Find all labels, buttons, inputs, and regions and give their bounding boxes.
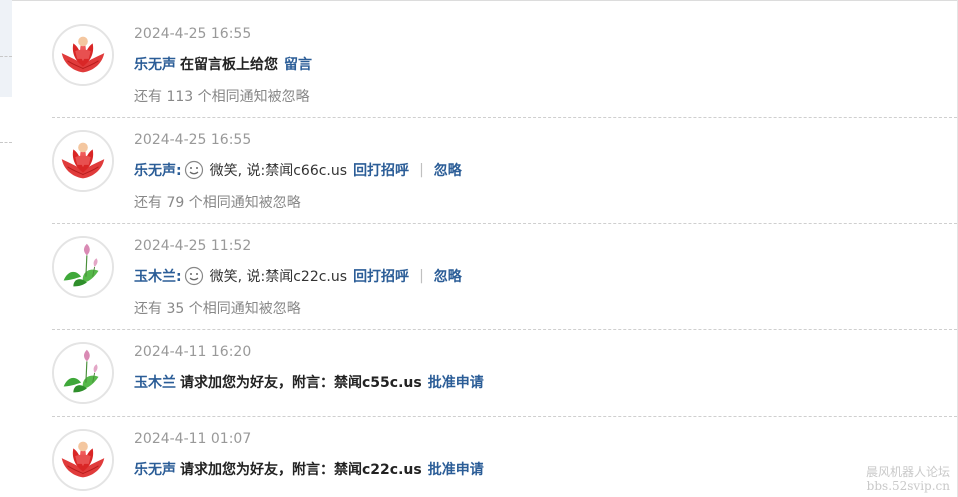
- watermark: 晨风机器人论坛 bbs.52svip.cn: [866, 465, 950, 493]
- notification-time: 2024-4-11 01:07: [134, 431, 252, 447]
- avatar[interactable]: [52, 130, 114, 192]
- notification-content: 玉木兰: 微笑, 说:禁闻c22c.us 回打招呼 | 忽略: [134, 266, 462, 286]
- user-link[interactable]: 玉木兰: [134, 372, 176, 392]
- notification-page: 2024-4-25 16:55 乐无声 在留言板上给您 留言 还有 113 个相…: [0, 0, 958, 497]
- sidebar-divider: [0, 56, 12, 57]
- smile-face-icon: [184, 266, 204, 286]
- user-link[interactable]: 玉木兰:: [134, 266, 182, 286]
- notification-list: 2024-4-25 16:55 乐无声 在留言板上给您 留言 还有 113 个相…: [52, 12, 957, 491]
- notification-time: 2024-4-25 16:55: [134, 26, 252, 42]
- notification-content: 乐无声 请求加您为好友，附言：禁闻c22c.us 批准申请: [134, 459, 484, 479]
- watermark-url: bbs.52svip.cn: [866, 479, 950, 493]
- message-text: 微笑, 说:禁闻c22c.us: [209, 269, 348, 285]
- avatar[interactable]: [52, 429, 114, 491]
- watermark-title: 晨风机器人论坛: [865, 465, 950, 479]
- action-text: 请求加您为好友，附言：禁闻c55c.us: [180, 375, 422, 391]
- separator: |: [419, 268, 424, 284]
- lotus-red-icon: [54, 431, 112, 489]
- user-link[interactable]: 乐无声:: [134, 160, 182, 180]
- reply-greeting-link[interactable]: 回打招呼: [353, 266, 409, 286]
- ignored-count: 还有 113 个相同通知被忽略: [134, 89, 310, 105]
- avatar[interactable]: [52, 342, 114, 404]
- approve-request-link[interactable]: 批准申请: [428, 372, 484, 392]
- ignored-count: 还有 35 个相同通知被忽略: [134, 301, 301, 317]
- action-text: 在留言板上给您: [180, 57, 278, 73]
- notification-content: 乐无声: 微笑, 说:禁闻c66c.us 回打招呼 | 忽略: [134, 160, 462, 180]
- action-text: 请求加您为好友，附言：禁闻c22c.us: [180, 462, 422, 478]
- avatar[interactable]: [52, 236, 114, 298]
- notification-item: 2024-4-11 16:20 玉木兰 请求加您为好友，附言：禁闻c55c.us…: [52, 330, 957, 417]
- user-link[interactable]: 乐无声: [134, 54, 176, 74]
- user-link[interactable]: 乐无声: [134, 459, 176, 479]
- avatar[interactable]: [52, 24, 114, 86]
- lotus-red-icon: [54, 26, 112, 84]
- reply-greeting-link[interactable]: 回打招呼: [353, 160, 409, 180]
- top-border: [12, 0, 958, 1]
- notification-item: 2024-4-11 01:07 乐无声 请求加您为好友，附言：禁闻c22c.us…: [52, 417, 957, 491]
- approve-request-link[interactable]: 批准申请: [428, 459, 484, 479]
- notification-time: 2024-4-25 11:52: [134, 238, 252, 254]
- notification-content: 乐无声 在留言板上给您 留言: [134, 54, 312, 74]
- notification-item: 2024-4-25 16:55 乐无声 在留言板上给您 留言 还有 113 个相…: [52, 12, 957, 118]
- notification-item: 2024-4-25 11:52 玉木兰: 微笑, 说:禁闻c22c.us 回打招…: [52, 224, 957, 330]
- separator: |: [419, 162, 424, 178]
- sidebar-band: [0, 0, 12, 97]
- left-sidebar-strip: [0, 0, 12, 497]
- sidebar-divider: [0, 142, 12, 143]
- lotus-red-icon: [54, 132, 112, 190]
- notification-time: 2024-4-25 16:55: [134, 132, 252, 148]
- notification-time: 2024-4-11 16:20: [134, 344, 252, 360]
- notification-content: 玉木兰 请求加您为好友，附言：禁闻c55c.us 批准申请: [134, 372, 484, 392]
- ignore-link[interactable]: 忽略: [434, 266, 462, 286]
- notification-item: 2024-4-25 16:55 乐无声: 微笑, 说:禁闻c66c.us 回打招…: [52, 118, 957, 224]
- smile-face-icon: [184, 160, 204, 180]
- message-text: 微笑, 说:禁闻c66c.us: [209, 163, 348, 179]
- ignore-link[interactable]: 忽略: [434, 160, 462, 180]
- guestbook-link[interactable]: 留言: [284, 54, 312, 74]
- lotus-green-icon: [54, 344, 112, 402]
- lotus-green-icon: [54, 238, 112, 296]
- ignored-count: 还有 79 个相同通知被忽略: [134, 195, 301, 211]
